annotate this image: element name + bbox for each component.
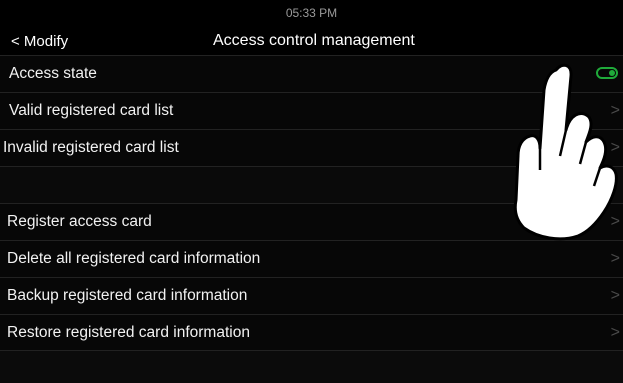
- page-title: Access control management: [213, 32, 415, 49]
- row-restore-cards[interactable]: Restore registered card information >: [0, 314, 623, 351]
- top-bar: 05:33 PM < Modify Access control managem…: [0, 0, 623, 55]
- back-button[interactable]: < Modify: [11, 33, 68, 50]
- row-label: Delete all registered card information: [7, 250, 261, 267]
- chevron-right-icon: >: [610, 324, 620, 341]
- pointing-hand-icon: [513, 63, 618, 241]
- chevron-right-icon: >: [610, 250, 620, 267]
- row-label: Restore registered card information: [7, 324, 250, 341]
- row-label: Invalid registered card list: [3, 139, 179, 156]
- row-backup-cards[interactable]: Backup registered card information >: [0, 277, 623, 314]
- footer-area: [0, 350, 623, 383]
- row-delete-all-cards[interactable]: Delete all registered card information >: [0, 240, 623, 277]
- chevron-right-icon: >: [610, 287, 620, 304]
- row-label: Access state: [9, 65, 97, 82]
- row-label: Backup registered card information: [7, 287, 248, 304]
- row-label: Valid registered card list: [9, 102, 174, 119]
- row-label: Register access card: [7, 213, 152, 230]
- status-time: 05:33 PM: [285, 6, 338, 20]
